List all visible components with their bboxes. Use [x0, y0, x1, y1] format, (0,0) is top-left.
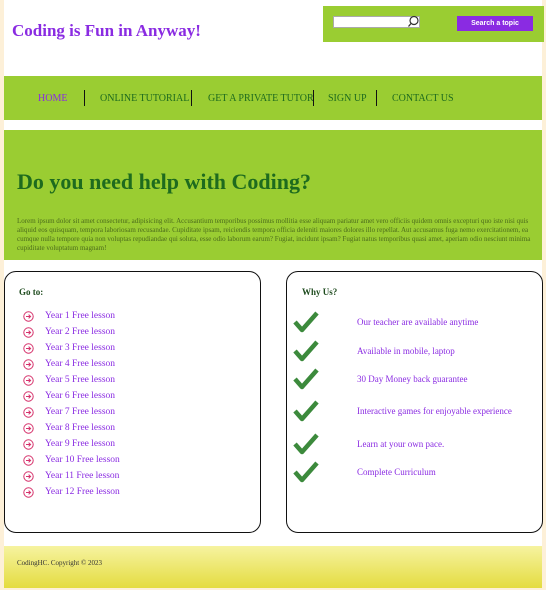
lesson-label: Year 9 Free lesson: [45, 439, 116, 449]
arrow-circle-right-icon: [23, 438, 34, 450]
lesson-link[interactable]: Year 6 Free lesson: [23, 388, 120, 404]
lesson-link[interactable]: Year 3 Free lesson: [23, 340, 120, 356]
lesson-label: Year 3 Free lesson: [45, 343, 116, 353]
lesson-label: Year 8 Free lesson: [45, 423, 116, 433]
arrow-circle-right-icon: [23, 454, 34, 466]
lesson-link[interactable]: Year 5 Free lesson: [23, 372, 120, 388]
lesson-label: Year 7 Free lesson: [45, 407, 116, 417]
goto-heading: Go to:: [19, 287, 44, 297]
lesson-label: Year 4 Free lesson: [45, 359, 116, 369]
site-title: Coding is Fun in Anyway!: [12, 21, 201, 40]
why-us-item: Interactive games for enjoyable experien…: [293, 393, 533, 429]
lesson-link[interactable]: Year 4 Free lesson: [23, 356, 120, 372]
arrow-circle-right-icon: [23, 390, 34, 402]
why-us-heading: Why Us?: [302, 287, 338, 297]
why-us-item: Our teacher are available anytime: [293, 308, 533, 336]
main-nav: HOME ONLINE TUTORIAL GET A PRIVATE TUTOR…: [4, 76, 542, 120]
arrow-circle-right-icon: [23, 358, 34, 370]
arrow-circle-right-icon: [23, 486, 34, 498]
search-icon[interactable]: [407, 15, 420, 28]
lesson-label: Year 1 Free lesson: [45, 311, 116, 321]
checkmark-icon: [293, 311, 319, 333]
lesson-link[interactable]: Year 7 Free lesson: [23, 404, 120, 420]
checkmark-icon: [293, 340, 319, 361]
why-us-text: Our teacher are available anytime: [357, 317, 479, 327]
arrow-circle-right-icon: [23, 406, 34, 418]
why-us-panel: Why Us? Our teacher are available anytim…: [286, 271, 543, 533]
why-us-item: Learn at your own pace.: [293, 429, 533, 458]
lesson-label: Year 6 Free lesson: [45, 391, 116, 401]
nav-online-tutorial[interactable]: ONLINE TUTORIAL: [100, 76, 189, 120]
why-us-item: 30 Day Money back guarantee: [293, 365, 533, 393]
lesson-list: Year 1 Free lesson Year 2 Free lesson Year…: [23, 308, 120, 500]
nav-private-tutor[interactable]: GET A PRIVATE TUTOR: [208, 76, 314, 120]
arrow-circle-right-icon: [23, 310, 34, 322]
goto-panel: Go to: Year 1 Free lesson Year 2 Free les…: [4, 271, 261, 533]
lesson-label: Year 2 Free lesson: [45, 327, 116, 337]
lesson-label: Year 10 Free lesson: [45, 455, 120, 465]
hero-section: Do you need help with Coding? Lorem ipsu…: [4, 130, 542, 260]
lesson-label: Year 12 Free lesson: [45, 487, 120, 497]
why-us-text: Available in mobile, laptop: [357, 345, 455, 356]
nav-separator: [313, 90, 314, 106]
hero-text: Lorem ipsum dolor sit amet consectetur, …: [17, 217, 531, 252]
lesson-label: Year 5 Free lesson: [45, 375, 116, 385]
why-us-text: Complete Curriculum: [357, 467, 436, 477]
lesson-link[interactable]: Year 12 Free lesson: [23, 484, 120, 500]
nav-separator: [376, 90, 377, 106]
search-button[interactable]: Search a topic: [457, 16, 533, 31]
page: Coding is Fun in Anyway! Search a topic …: [4, 0, 544, 588]
arrow-circle-right-icon: [23, 422, 34, 434]
nav-sign-up[interactable]: SIGN UP: [328, 76, 367, 120]
arrow-circle-right-icon: [23, 470, 34, 482]
search-bar: Search a topic: [323, 6, 544, 42]
arrow-circle-right-icon: [23, 326, 34, 338]
copyright-text: CodingHC. Copyright © 2023: [17, 559, 103, 567]
lesson-link[interactable]: Year 10 Free lesson: [23, 452, 120, 468]
why-us-item: Available in mobile, laptop: [293, 336, 533, 365]
arrow-circle-right-icon: [23, 374, 34, 386]
why-us-text: Interactive games for enjoyable experien…: [357, 406, 512, 416]
checkmark-icon: [293, 400, 319, 422]
lesson-link[interactable]: Year 8 Free lesson: [23, 420, 120, 436]
checkmark-icon: [293, 368, 319, 390]
lesson-label: Year 11 Free lesson: [45, 471, 120, 481]
nav-separator: [84, 90, 85, 106]
hero-title: Do you need help with Coding?: [17, 169, 312, 194]
nav-home[interactable]: HOME: [38, 76, 67, 120]
checkmark-icon: [293, 433, 319, 454]
lesson-link[interactable]: Year 1 Free lesson: [23, 308, 120, 324]
why-us-item: Complete Curriculum: [293, 458, 533, 486]
arrow-circle-right-icon: [23, 342, 34, 354]
why-us-list: Our teacher are available anytime Availab…: [293, 308, 533, 486]
nav-contact-us[interactable]: CONTACT US: [392, 76, 454, 120]
lesson-link[interactable]: Year 11 Free lesson: [23, 468, 120, 484]
checkmark-icon: [293, 461, 319, 483]
lesson-link[interactable]: Year 2 Free lesson: [23, 324, 120, 340]
why-us-text: Learn at your own pace.: [357, 438, 445, 449]
why-us-text: 30 Day Money back guarantee: [357, 374, 468, 384]
footer: CodingHC. Copyright © 2023: [4, 546, 542, 588]
nav-separator: [191, 90, 192, 106]
lesson-link[interactable]: Year 9 Free lesson: [23, 436, 120, 452]
